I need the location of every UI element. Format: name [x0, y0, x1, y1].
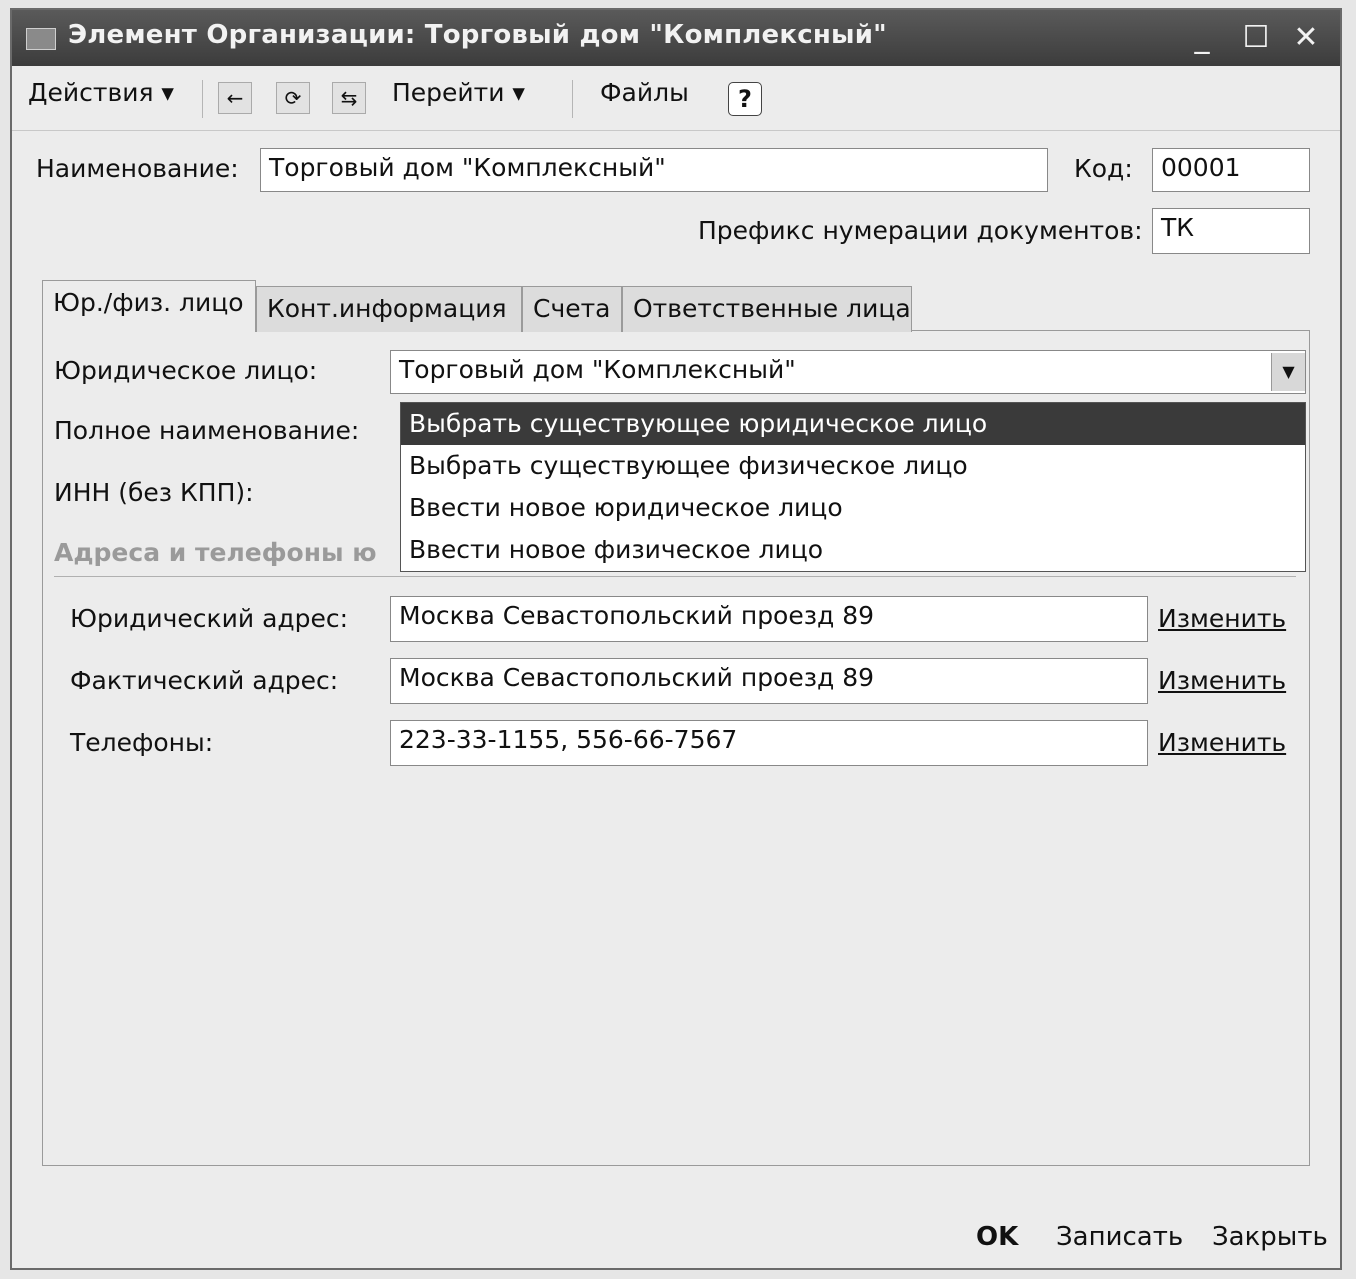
window-title: Элемент Организации: Торговый дом "Компл…: [68, 20, 887, 50]
name-field[interactable]: Торговый дом "Комплексный": [260, 148, 1048, 192]
chevron-down-icon[interactable]: ▼: [1271, 353, 1305, 391]
toolbar-separator: [572, 80, 573, 118]
actual-address-label: Фактический адрес:: [70, 666, 339, 695]
prefix-field[interactable]: ТК: [1152, 208, 1310, 254]
go-to-icon[interactable]: ⇆: [332, 82, 366, 114]
prefix-label: Префикс нумерации документов:: [698, 216, 1143, 245]
legal-entity-label: Юридическое лицо:: [54, 356, 318, 385]
app-icon: [26, 28, 56, 50]
files-menu[interactable]: Файлы: [600, 78, 689, 107]
change-actual-address-link[interactable]: Изменить: [1158, 666, 1286, 695]
dropdown-item-select-existing-legal[interactable]: Выбрать существующее юридическое лицо: [401, 403, 1305, 445]
dropdown-item-new-legal[interactable]: Ввести новое юридическое лицо: [401, 487, 1305, 529]
dropdown-item-new-individual[interactable]: Ввести новое физическое лицо: [401, 529, 1305, 571]
tab-accounts[interactable]: Счета: [522, 286, 622, 332]
close-button[interactable]: Закрыть: [1212, 1222, 1328, 1252]
toolbar: Действия ▾ ← ⟳ ⇆ Перейти ▾ Файлы ?: [12, 68, 1340, 131]
organization-element-window: Элемент Организации: Торговый дом "Компл…: [10, 8, 1342, 1270]
change-legal-address-link[interactable]: Изменить: [1158, 604, 1286, 633]
save-button[interactable]: Записать: [1056, 1222, 1183, 1252]
goto-menu[interactable]: Перейти ▾: [392, 78, 525, 107]
group-divider: [54, 576, 1296, 577]
close-icon[interactable]: ✕: [1286, 18, 1326, 58]
actual-address-field[interactable]: Москва Севастопольский проезд 89: [390, 658, 1148, 704]
legal-entity-select[interactable]: Торговый дом "Комплексный": [390, 350, 1306, 394]
inn-label: ИНН (без КПП):: [54, 478, 254, 507]
legal-address-field[interactable]: Москва Севастопольский проезд 89: [390, 596, 1148, 642]
tab-legal-entity[interactable]: Юр./физ. лицо: [42, 280, 256, 332]
phones-label: Телефоны:: [70, 728, 214, 757]
name-label: Наименование:: [36, 154, 239, 183]
title-bar: Элемент Организации: Торговый дом "Компл…: [12, 10, 1340, 66]
change-phones-link[interactable]: Изменить: [1158, 728, 1286, 757]
addresses-group-title: Адреса и телефоны ю: [54, 538, 377, 567]
code-label: Код:: [1074, 154, 1133, 183]
back-arrow-icon[interactable]: ←: [218, 82, 252, 114]
legal-address-label: Юридический адрес:: [70, 604, 349, 633]
help-button[interactable]: ?: [728, 82, 762, 116]
dropdown-item-select-existing-individual[interactable]: Выбрать существующее физическое лицо: [401, 445, 1305, 487]
tab-contact-info[interactable]: Конт.информация: [256, 286, 522, 332]
ok-button[interactable]: OK: [976, 1222, 1018, 1252]
toolbar-separator: [202, 80, 203, 118]
actions-menu[interactable]: Действия ▾: [28, 78, 174, 107]
code-field[interactable]: 00001: [1152, 148, 1310, 192]
full-name-label: Полное наименование:: [54, 416, 360, 445]
tab-responsible-persons[interactable]: Ответственные лица: [622, 286, 912, 332]
phones-field[interactable]: 223-33-1155, 556-66-7567: [390, 720, 1148, 766]
legal-entity-dropdown-list: Выбрать существующее юридическое лицо Вы…: [400, 402, 1306, 572]
refresh-icon[interactable]: ⟳: [276, 82, 310, 114]
minimize-icon[interactable]: _: [1182, 18, 1222, 58]
maximize-icon[interactable]: ☐: [1236, 18, 1276, 58]
